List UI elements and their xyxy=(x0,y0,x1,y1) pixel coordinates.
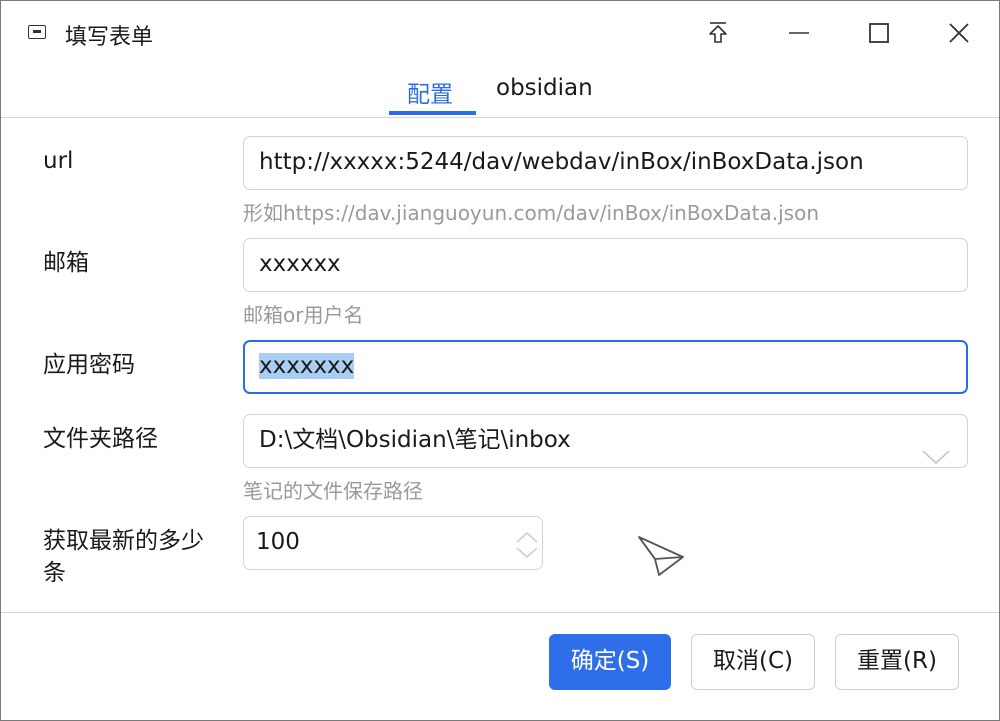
email-label: 邮箱 xyxy=(43,250,89,276)
url-input[interactable]: http://xxxxx:5244/dav/webdav/inBox/inBox… xyxy=(243,136,968,190)
password-input[interactable]: xxxxxxx xyxy=(243,340,968,394)
selected-text: xxxxxxx xyxy=(259,353,355,379)
ok-button[interactable]: 确定(S) xyxy=(549,634,671,690)
url-label: url xyxy=(43,148,74,174)
password-label: 应用密码 xyxy=(43,352,135,378)
count-label: 获取最新的多少 条 xyxy=(43,525,204,589)
email-hint: 邮箱or用户名 xyxy=(243,303,364,327)
count-spinbox[interactable]: 100 xyxy=(243,516,543,570)
folder-select[interactable]: D:\文档\Obsidian\笔记\inbox xyxy=(243,414,968,468)
footer-divider xyxy=(1,612,999,613)
title-bar[interactable]: 填写表单 xyxy=(1,1,999,65)
count-label-line1: 获取最新的多少 xyxy=(43,528,204,554)
minimize-button[interactable] xyxy=(779,15,819,51)
paper-plane-icon xyxy=(637,535,685,583)
url-hint: 形如https://dav.jianguoyun.com/dav/inBox/i… xyxy=(243,201,820,225)
window-title: 填写表单 xyxy=(65,25,154,50)
count-value: 100 xyxy=(256,529,300,555)
folder-value: D:\文档\Obsidian\笔记\inbox xyxy=(259,427,571,453)
spin-arrows-icon[interactable] xyxy=(514,528,540,569)
email-input[interactable]: xxxxxx xyxy=(243,238,968,292)
active-tab-indicator xyxy=(389,111,476,115)
dialog-window: 填写表单 配置 obsidian url http://xxxxx:5244/d… xyxy=(0,0,1000,721)
folder-hint: 笔记的文件保存路径 xyxy=(243,479,423,503)
folder-label: 文件夹路径 xyxy=(43,426,158,452)
app-window-icon xyxy=(28,25,46,39)
tab-config[interactable]: 配置 xyxy=(407,75,453,109)
count-label-line2: 条 xyxy=(43,560,66,586)
tab-bar: 配置 obsidian xyxy=(1,65,999,118)
cancel-button[interactable]: 取消(C) xyxy=(691,634,815,690)
maximize-button[interactable] xyxy=(859,15,899,51)
chevron-down-icon xyxy=(921,433,951,467)
reset-button[interactable]: 重置(R) xyxy=(835,634,959,690)
pin-icon[interactable] xyxy=(698,15,738,51)
tab-obsidian[interactable]: obsidian xyxy=(496,75,593,101)
close-button[interactable] xyxy=(939,15,979,51)
